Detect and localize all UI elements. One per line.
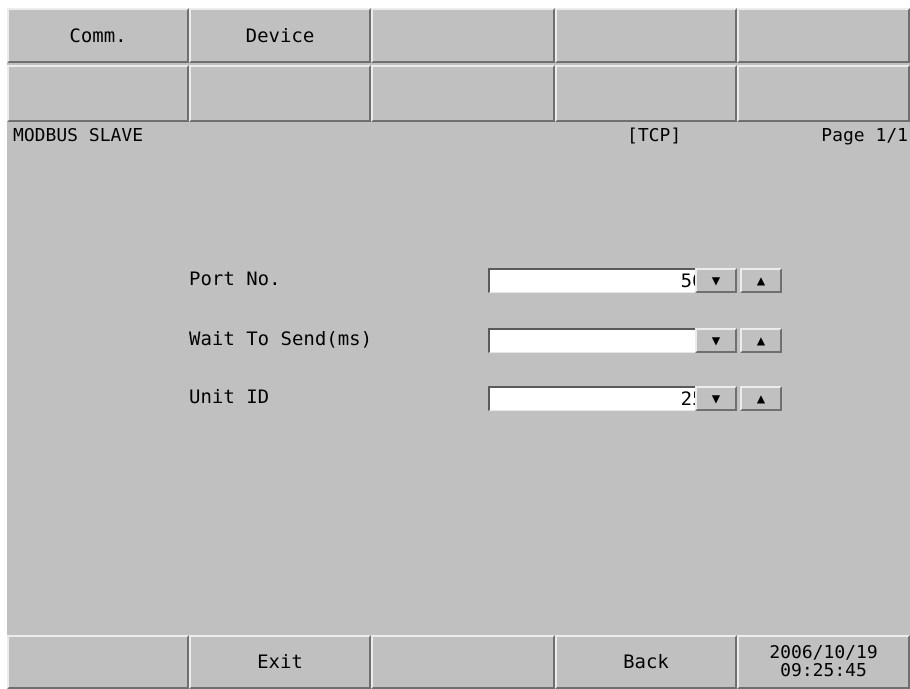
unit-id-down-button[interactable]: ▼ xyxy=(695,386,737,411)
bottom-blank-button-1[interactable] xyxy=(7,635,189,689)
clock-display: 2006/10/19 09:25:45 xyxy=(737,635,910,689)
unit-id-up-button[interactable]: ▲ xyxy=(740,386,782,411)
top-blank-button-4[interactable] xyxy=(555,8,737,63)
port-no-down-button[interactable]: ▼ xyxy=(695,268,737,293)
second-blank-button-5[interactable] xyxy=(737,65,910,122)
exit-button[interactable]: Exit xyxy=(189,635,371,689)
wait-to-send-down-button[interactable]: ▼ xyxy=(695,328,737,353)
comm-button[interactable]: Comm. xyxy=(7,8,189,63)
unit-id-field[interactable]: 255 xyxy=(488,386,720,411)
up-arrow-icon: ▲ xyxy=(756,272,766,289)
port-no-field[interactable]: 502 xyxy=(488,268,720,293)
up-arrow-icon: ▲ xyxy=(756,390,766,407)
back-button[interactable]: Back xyxy=(555,635,737,689)
port-no-label: Port No. xyxy=(189,268,281,290)
top-menu-row: Comm. Device xyxy=(7,8,910,63)
mode-label: [TCP] xyxy=(627,125,682,146)
port-no-up-button[interactable]: ▲ xyxy=(740,268,782,293)
down-arrow-icon: ▼ xyxy=(711,390,721,407)
unit-id-label: Unit ID xyxy=(189,386,270,408)
wait-to-send-label: Wait To Send(ms) xyxy=(189,328,373,350)
wait-to-send-field[interactable]: 0 xyxy=(488,328,720,353)
hmi-screen: Comm. Device MODBUS SLAVE [TCP] Page 1/1… xyxy=(7,8,910,689)
top-blank-button-3[interactable] xyxy=(371,8,555,63)
second-blank-button-2[interactable] xyxy=(189,65,371,122)
device-button[interactable]: Device xyxy=(189,8,371,63)
page-title: MODBUS SLAVE xyxy=(13,125,144,146)
second-menu-row xyxy=(7,65,910,122)
second-blank-button-4[interactable] xyxy=(555,65,737,122)
wait-to-send-up-button[interactable]: ▲ xyxy=(740,328,782,353)
second-blank-button-1[interactable] xyxy=(7,65,189,122)
second-blank-button-3[interactable] xyxy=(371,65,555,122)
top-blank-button-5[interactable] xyxy=(737,8,910,63)
bottom-menu-row: Exit Back 2006/10/19 09:25:45 xyxy=(7,635,910,689)
bottom-blank-button-3[interactable] xyxy=(371,635,555,689)
down-arrow-icon: ▼ xyxy=(711,332,721,349)
page-indicator: Page 1/1 xyxy=(821,125,908,146)
down-arrow-icon: ▼ xyxy=(711,272,721,289)
clock-time: 09:25:45 xyxy=(780,660,867,681)
up-arrow-icon: ▲ xyxy=(756,332,766,349)
